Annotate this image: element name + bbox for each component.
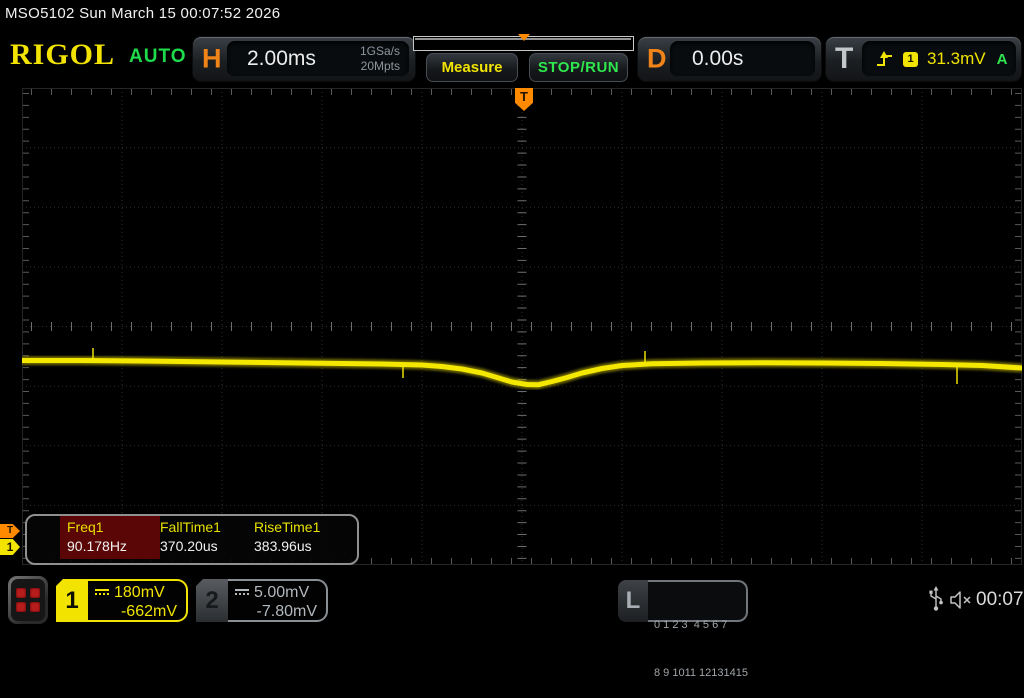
dc-coupling-icon (95, 589, 109, 598)
acquisition-status: AUTO (129, 46, 186, 68)
logic-row-low: 0 1 2 3 4 5 6 7 (654, 618, 746, 634)
sample-rate-block: 1GSa/s 20Mpts (360, 44, 400, 74)
channel1-info[interactable]: 180mV -662mV (88, 579, 188, 622)
graticule (22, 88, 1022, 565)
waveform-display-area[interactable] (22, 88, 1022, 565)
logic-analyzer-tab[interactable]: L (618, 580, 648, 622)
measurement-value: 383.96us (254, 538, 312, 554)
menu-grid-inner (11, 579, 45, 621)
measurement-label[interactable]: FallTime1 (160, 519, 221, 535)
channel2-offset: -7.80mV (228, 603, 326, 621)
runtime-clock: 00:07 (976, 589, 1024, 611)
delay-settings-panel[interactable]: D 0.00s (637, 36, 822, 82)
measurement-label[interactable]: Freq1 (67, 519, 104, 535)
delay-label: D (647, 44, 667, 75)
trigger-settings-panel[interactable]: T 1 31.3mV A (825, 36, 1022, 82)
delay-value: 0.00s (692, 47, 743, 71)
trigger-inset: 1 31.3mV A (862, 41, 1016, 77)
rigol-logo: RIGOL (10, 38, 115, 72)
speaker-muted-icon[interactable] (949, 590, 974, 610)
channel1-scale: 180mV (114, 584, 165, 602)
stop-run-button[interactable]: STOP/RUN (529, 53, 628, 82)
channel2-tab[interactable]: 2 (196, 579, 228, 622)
memory-depth: 20Mpts (360, 59, 400, 74)
dc-coupling-icon (235, 589, 249, 598)
trigger-level-value: 31.3mV (927, 49, 986, 69)
measurement-value: 90.178Hz (67, 538, 127, 554)
trigger-label: T (835, 42, 853, 76)
measurement-value: 370.20us (160, 538, 218, 554)
horizontal-label: H (202, 44, 222, 75)
logic-channels-info[interactable]: 0 1 2 3 4 5 6 7 8 9 1011 12131415 (648, 580, 748, 622)
trigger-source-badge: 1 (903, 52, 918, 67)
channel1-offset-marker[interactable]: 1 (0, 539, 20, 555)
measurement-results-panel[interactable]: Freq1 FallTime1 RiseTime1 90.178Hz 370.2… (25, 514, 359, 565)
logic-row-high: 8 9 1011 12131415 (654, 666, 746, 682)
channel2-scale: 5.00mV (254, 584, 309, 602)
trigger-level-marker[interactable]: T (0, 524, 20, 538)
menu-grid-button[interactable] (8, 576, 48, 624)
measure-button[interactable]: Measure (426, 53, 518, 82)
trigger-edge-icon (876, 51, 894, 67)
sample-rate: 1GSa/s (360, 44, 400, 59)
grid-icon (16, 588, 40, 612)
channel1-offset: -662mV (88, 603, 186, 621)
horizontal-settings-panel[interactable]: H 2.00ms 1GSa/s 20Mpts (192, 36, 416, 82)
system-titlebar: MSO5102 Sun March 15 00:07:52 2026 (5, 5, 280, 22)
channel1-tab[interactable]: 1 (56, 579, 88, 622)
channel2-info[interactable]: 5.00mV -7.80mV (228, 579, 328, 622)
measurement-label[interactable]: RiseTime1 (254, 519, 320, 535)
horizontal-inset: 2.00ms 1GSa/s 20Mpts (227, 41, 409, 77)
usb-icon (928, 586, 944, 612)
trigger-sweep-mode: A (997, 51, 1008, 68)
delay-inset: 0.00s (670, 41, 815, 77)
overview-position-marker[interactable] (518, 34, 530, 41)
timebase-value: 2.00ms (247, 47, 316, 71)
